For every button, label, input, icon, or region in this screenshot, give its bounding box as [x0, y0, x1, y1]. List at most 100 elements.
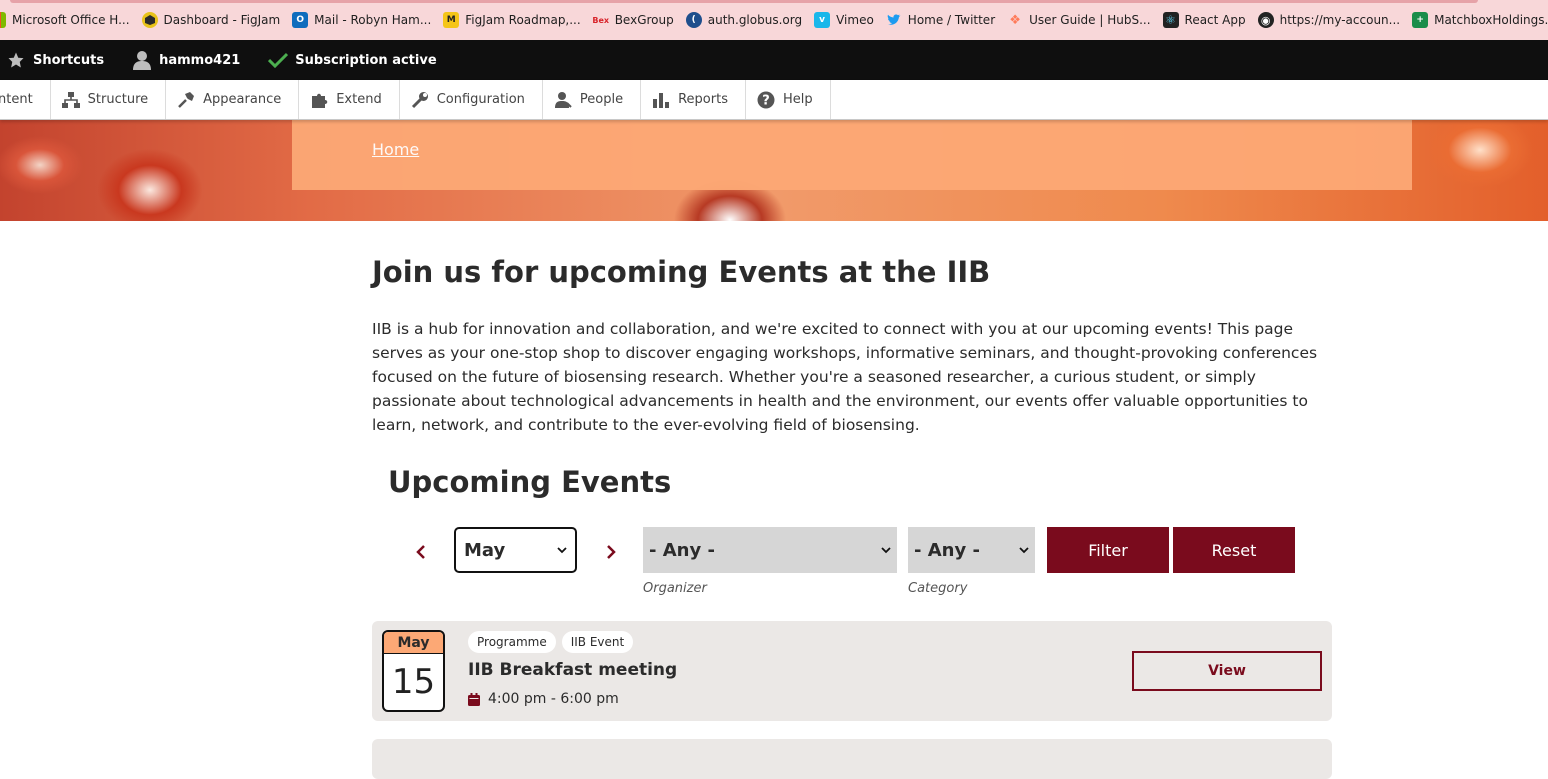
bookmark-vimeo[interactable]: v Vimeo	[814, 8, 882, 32]
bookmark-hubspot[interactable]: ❖ User Guide | HubS...	[1007, 8, 1158, 32]
menu-item-configuration[interactable]: Configuration	[400, 80, 543, 119]
globus-icon: (	[685, 12, 702, 28]
svg-text:?: ?	[762, 93, 770, 108]
event-card	[372, 739, 1332, 779]
hero-banner: Home	[0, 120, 1548, 221]
appearance-icon	[176, 90, 196, 110]
bookmark-twitter[interactable]: Home / Twitter	[886, 8, 1003, 32]
tab-strip-edge	[10, 0, 1478, 3]
admin-toolbar: Shortcuts hammo421 Subscription active	[0, 40, 1548, 80]
subscription-label: Subscription active	[295, 52, 437, 68]
chevron-left-icon	[416, 545, 425, 559]
menu-item-label: Appearance	[203, 92, 282, 107]
figjam-dashboard-icon	[141, 12, 158, 28]
menu-item-label: Reports	[678, 92, 728, 107]
microsoft-office-icon	[0, 12, 6, 28]
subscription-status[interactable]: Subscription active	[268, 50, 437, 70]
page-title: Join us for upcoming Events at the IIB	[372, 255, 991, 289]
event-tags: Programme IIB Event	[468, 631, 639, 653]
shortcuts-label: Shortcuts	[33, 52, 105, 68]
admin-menu-tray: ntent Structure Appearance Extend Config…	[0, 80, 1548, 120]
organizer-select[interactable]: - Any -	[643, 527, 897, 573]
vimeo-icon: v	[814, 12, 831, 28]
menu-item-label: People	[579, 92, 624, 107]
organizer-caption: Organizer	[643, 581, 707, 596]
bookmark-label: FigJam Roadmap,...	[465, 13, 581, 27]
menu-item-label: Help	[782, 92, 813, 107]
bookmark-label: Dashboard - FigJam	[163, 13, 281, 27]
bookmark-bexgroup[interactable]: Bex BexGroup	[592, 8, 682, 32]
star-icon	[6, 50, 26, 70]
bookmark-figjam-roadmap[interactable]: M FigJam Roadmap,...	[443, 8, 588, 32]
view-event-button[interactable]: View	[1132, 651, 1322, 691]
bookmark-label: auth.globus.org	[707, 13, 803, 27]
calendar-icon	[468, 692, 480, 706]
menu-item-structure[interactable]: Structure	[51, 80, 167, 119]
previous-month-button[interactable]	[410, 541, 432, 563]
extend-icon	[309, 90, 329, 110]
section-title: Upcoming Events	[388, 465, 672, 499]
month-select[interactable]: May	[454, 527, 577, 573]
bookmark-label: BexGroup	[614, 13, 674, 27]
bookmark-microsoft-office[interactable]: Microsoft Office H...	[0, 8, 138, 32]
event-title[interactable]: IIB Breakfast meeting	[468, 660, 677, 680]
chevron-right-icon	[607, 545, 616, 559]
event-tag: IIB Event	[561, 631, 634, 653]
breadcrumb-home-link[interactable]: Home	[372, 140, 419, 159]
category-select[interactable]: - Any -	[908, 527, 1035, 573]
user-icon	[132, 50, 152, 70]
wrench-icon	[410, 90, 430, 110]
twitter-icon	[886, 12, 902, 28]
event-tag: Programme	[468, 631, 556, 653]
shortcuts-button[interactable]: Shortcuts	[6, 50, 104, 70]
menu-item-label: ntent	[0, 92, 33, 107]
user-account-button[interactable]: hammo421	[132, 50, 240, 70]
bookmark-my-account[interactable]: ◉ https://my-accoun...	[1257, 8, 1408, 32]
event-time: 4:00 pm - 6:00 pm	[468, 691, 619, 707]
event-time-text: 4:00 pm - 6:00 pm	[488, 691, 619, 707]
bookmark-outlook-mail[interactable]: O Mail - Robyn Ham...	[292, 8, 439, 32]
bookmark-globus[interactable]: ( auth.globus.org	[685, 8, 810, 32]
username-label: hammo421	[159, 52, 241, 68]
bookmark-matchbox[interactable]: + MatchboxHoldings...	[1412, 8, 1548, 32]
chevron-down-icon	[881, 547, 891, 554]
event-date-badge: May 15	[382, 630, 445, 712]
menu-item-label: Configuration	[436, 92, 525, 107]
menu-item-reports[interactable]: Reports	[641, 80, 746, 119]
filter-button[interactable]: Filter	[1047, 527, 1169, 573]
bookmark-label: MatchboxHoldings...	[1434, 13, 1548, 27]
breadcrumb: Home	[292, 120, 1412, 190]
bookmark-label: Vimeo	[836, 13, 874, 27]
bex-icon: Bex	[592, 15, 610, 25]
hubspot-icon: ❖	[1009, 12, 1021, 28]
event-date-day: 15	[391, 662, 436, 702]
event-date-month: May	[384, 632, 443, 654]
bookmark-label: https://my-accoun...	[1279, 13, 1401, 27]
month-select-value: May	[464, 539, 506, 561]
next-month-button[interactable]	[600, 541, 622, 563]
chevron-down-icon	[1019, 547, 1029, 554]
category-select-value: - Any -	[914, 539, 980, 561]
bookmark-react-app[interactable]: ⚛ React App	[1162, 8, 1254, 32]
category-caption: Category	[908, 581, 968, 596]
globe-icon: ◉	[1257, 12, 1274, 28]
bookmark-label: Home / Twitter	[907, 13, 996, 27]
organizer-select-value: - Any -	[649, 539, 715, 561]
menu-item-content[interactable]: ntent	[0, 80, 51, 119]
sheets-icon: +	[1412, 12, 1429, 28]
menu-item-help[interactable]: ? Help	[746, 80, 831, 119]
menu-item-people[interactable]: People	[543, 80, 642, 119]
bookmark-label: Microsoft Office H...	[12, 13, 130, 27]
intro-paragraph: IIB is a hub for innovation and collabor…	[372, 320, 1318, 434]
reports-icon	[651, 90, 671, 110]
bookmark-label: Mail - Robyn Ham...	[314, 13, 432, 27]
menu-item-extend[interactable]: Extend	[299, 80, 400, 119]
menu-item-label: Extend	[336, 92, 382, 107]
bookmark-label: React App	[1184, 13, 1246, 27]
menu-item-label: Structure	[87, 92, 149, 107]
event-card: May 15 Programme IIB Event IIB Breakfast…	[372, 621, 1332, 721]
menu-item-appearance[interactable]: Appearance	[166, 80, 300, 119]
structure-icon	[61, 90, 81, 110]
reset-button[interactable]: Reset	[1173, 527, 1295, 573]
bookmark-figjam-dashboard[interactable]: Dashboard - FigJam	[141, 8, 289, 32]
